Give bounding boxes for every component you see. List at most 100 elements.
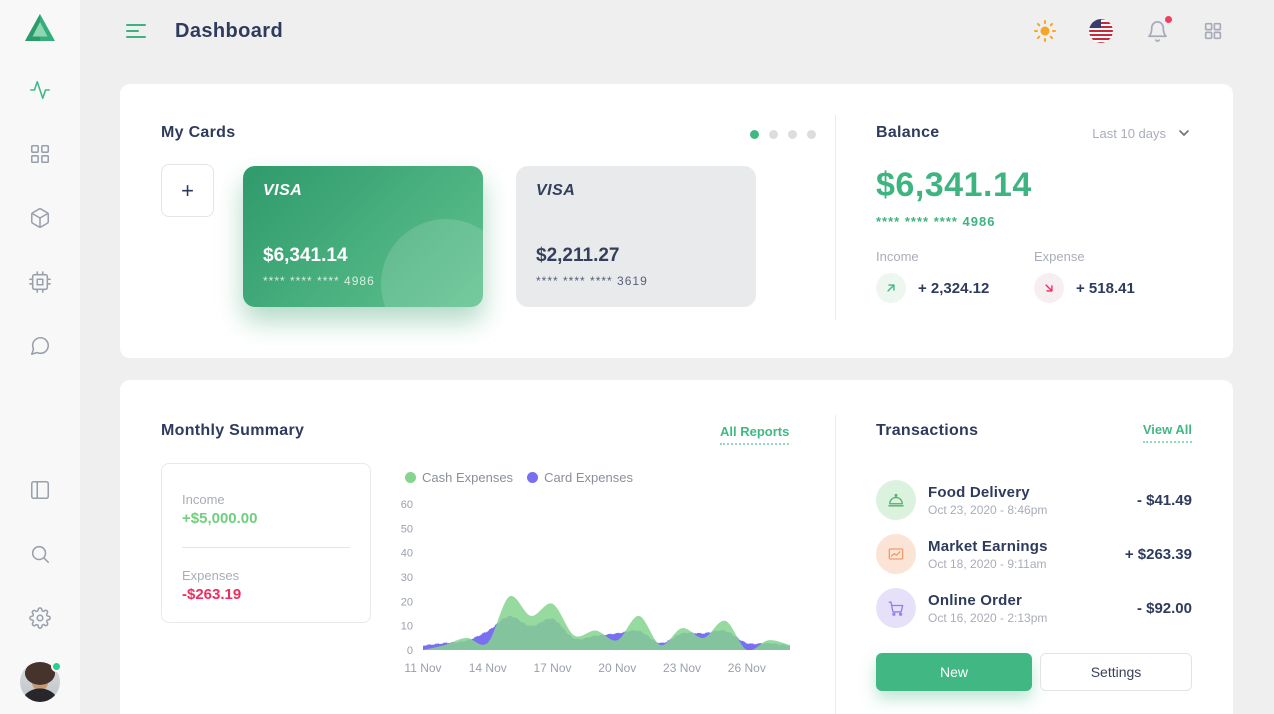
cards-carousel-dots <box>750 130 816 139</box>
sidebar-item-products[interactable] <box>29 207 51 229</box>
transaction-name: Market Earnings <box>928 538 1048 555</box>
summary-transactions-panel: Monthly Summary All Reports Income +$5,0… <box>120 380 1233 714</box>
legend-label: Cash Expenses <box>422 470 513 485</box>
balance-title: Balance <box>876 124 939 142</box>
income-arrow-badge <box>876 273 906 303</box>
expenses-area-chart: 010203040506011 Nov14 Nov17 Nov20 Nov23 … <box>388 492 802 684</box>
transaction-date: Oct 23, 2020 - 8:46pm <box>928 503 1047 517</box>
header: Dashboard <box>80 0 1274 62</box>
sidebar-item-system[interactable] <box>29 271 51 293</box>
food-delivery-badge <box>876 480 916 520</box>
activity-icon <box>29 79 51 101</box>
carousel-dot-4[interactable] <box>807 130 816 139</box>
food-cloche-icon <box>886 490 906 510</box>
transaction-date: Oct 16, 2020 - 2:13pm <box>928 611 1047 625</box>
svg-text:26 Nov: 26 Nov <box>728 661 766 675</box>
svg-text:17 Nov: 17 Nov <box>534 661 572 675</box>
svg-text:20 Nov: 20 Nov <box>598 661 636 675</box>
carousel-dot-3[interactable] <box>788 130 797 139</box>
sidebar-item-messages[interactable] <box>29 335 51 357</box>
user-avatar[interactable] <box>20 662 60 702</box>
expense-arrow-badge <box>1034 273 1064 303</box>
triangle-logo-icon <box>23 11 57 45</box>
balance-card-number: **** **** **** 4986 <box>876 214 1192 229</box>
card-number: **** **** **** 3619 <box>536 274 648 288</box>
all-reports-link[interactable]: All Reports <box>720 424 789 445</box>
sidebar <box>0 0 80 714</box>
transaction-date: Oct 18, 2020 - 9:11am <box>928 557 1048 571</box>
sidebar-item-activity[interactable] <box>29 79 51 101</box>
new-button[interactable]: New <box>876 653 1032 691</box>
menu-toggle-button[interactable] <box>126 24 146 38</box>
credit-card-primary[interactable]: VISA $6,341.14 **** **** **** 4986 <box>243 166 483 307</box>
svg-text:14 Nov: 14 Nov <box>469 661 507 675</box>
card-balance: $6,341.14 <box>263 245 348 267</box>
apps-button[interactable] <box>1200 18 1226 44</box>
notifications-button[interactable] <box>1144 18 1170 44</box>
notification-badge-dot <box>1165 16 1172 23</box>
income-value: + 2,324.12 <box>918 280 989 297</box>
svg-text:11 Nov: 11 Nov <box>404 661 441 675</box>
svg-text:20: 20 <box>401 596 413 608</box>
online-status-dot <box>51 661 62 672</box>
sidebar-item-search[interactable] <box>29 543 51 565</box>
transaction-row-online-order[interactable]: Online Order Oct 16, 2020 - 2:13pm - $92… <box>876 581 1192 635</box>
transaction-amount: - $92.00 <box>1137 600 1192 617</box>
income-expenses-box: Income +$5,000.00 Expenses -$263.19 <box>161 463 371 623</box>
app-logo[interactable] <box>23 11 57 45</box>
svg-text:40: 40 <box>401 548 413 560</box>
market-chart-icon <box>886 544 906 564</box>
card-number: **** **** **** 4986 <box>263 274 375 288</box>
visa-logo: VISA <box>263 182 463 200</box>
theme-toggle-button[interactable] <box>1032 18 1058 44</box>
bell-icon <box>1146 20 1169 43</box>
transaction-amount: + $263.39 <box>1125 546 1192 563</box>
monthly-summary-chart: 010203040506011 Nov14 Nov17 Nov20 Nov23 … <box>388 492 802 684</box>
transactions-section: Transactions View All <box>876 422 1192 635</box>
monthly-summary-title: Monthly Summary <box>161 422 304 440</box>
sidebar-item-settings[interactable] <box>29 607 51 629</box>
chart-legend: Cash Expenses Card Expenses <box>405 470 633 485</box>
balance-section: Balance Last 10 days $6,341.14 **** ****… <box>876 124 1192 303</box>
transaction-name: Food Delivery <box>928 484 1047 501</box>
cpu-icon <box>29 271 51 293</box>
view-all-link[interactable]: View All <box>1143 422 1192 443</box>
apps-grid-icon <box>1202 20 1224 42</box>
carousel-dot-1[interactable] <box>750 130 759 139</box>
my-cards-title: My Cards <box>161 124 235 142</box>
cash-expenses-dot <box>405 472 416 483</box>
balance-range-dropdown[interactable]: Last 10 days <box>1092 125 1192 141</box>
income-summary: Income + 2,324.12 <box>876 249 1034 303</box>
legend-label: Card Expenses <box>544 470 633 485</box>
card-balance: $2,211.27 <box>536 245 619 267</box>
add-card-button[interactable]: + <box>161 164 214 217</box>
transaction-row-food-delivery[interactable]: Food Delivery Oct 23, 2020 - 8:46pm - $4… <box>876 473 1192 527</box>
balance-amount: $6,341.14 <box>876 166 1192 205</box>
sidebar-item-dashboard[interactable] <box>29 143 51 165</box>
grid-icon <box>29 143 51 165</box>
transaction-row-market-earnings[interactable]: Market Earnings Oct 18, 2020 - 9:11am + … <box>876 527 1192 581</box>
sun-icon <box>1033 19 1057 43</box>
gear-icon <box>29 607 51 629</box>
legend-cash-expenses: Cash Expenses <box>405 470 513 485</box>
sidebar-item-layout[interactable] <box>29 479 51 501</box>
svg-text:23 Nov: 23 Nov <box>663 661 701 675</box>
summary-income-value: +$5,000.00 <box>182 510 350 527</box>
shopping-cart-icon <box>886 598 906 618</box>
summary-divider <box>182 547 350 548</box>
header-actions <box>1032 18 1274 44</box>
search-icon <box>29 543 51 565</box>
vertical-divider <box>835 115 836 320</box>
box-icon <box>29 207 51 229</box>
expense-summary: Expense + 518.41 <box>1034 249 1192 303</box>
transactions-list: Food Delivery Oct 23, 2020 - 8:46pm - $4… <box>876 473 1192 635</box>
range-label: Last 10 days <box>1092 126 1166 141</box>
svg-text:50: 50 <box>401 523 413 535</box>
summary-expenses-value: -$263.19 <box>182 586 350 603</box>
language-selector[interactable] <box>1088 18 1114 44</box>
cards-balance-panel: My Cards + VISA $6,341.14 **** **** ****… <box>120 84 1233 358</box>
carousel-dot-2[interactable] <box>769 130 778 139</box>
settings-button[interactable]: Settings <box>1040 653 1192 691</box>
summary-income-label: Income <box>182 492 350 507</box>
credit-card-secondary[interactable]: VISA $2,211.27 **** **** **** 3619 <box>516 166 756 307</box>
